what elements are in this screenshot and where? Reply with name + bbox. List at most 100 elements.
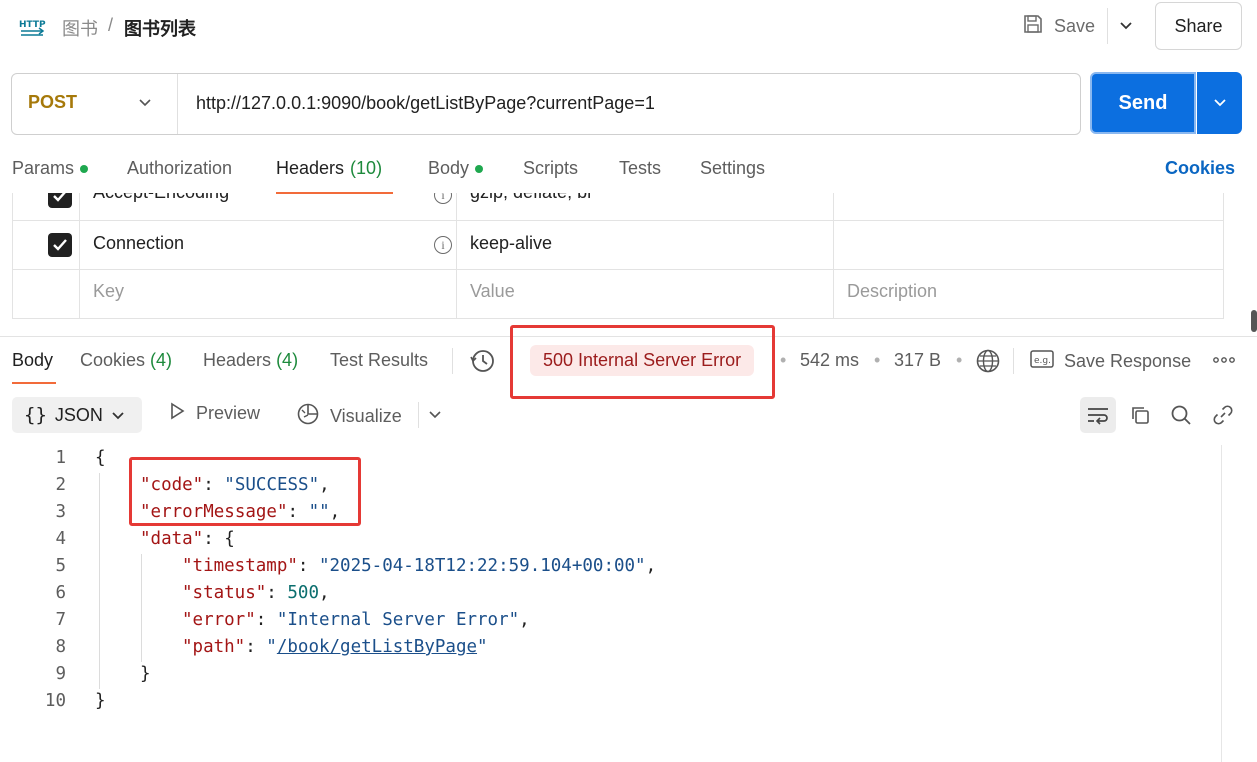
line-number: 5: [55, 556, 66, 576]
wrap-lines-icon[interactable]: [1080, 397, 1116, 433]
breadcrumb-separator: /: [108, 15, 114, 35]
divider: [418, 402, 419, 428]
tab-count: (10): [350, 158, 383, 178]
code-line: {: [95, 448, 106, 468]
header-key[interactable]: Connection: [93, 233, 184, 254]
globe-icon[interactable]: [975, 348, 1001, 374]
line-number: 6: [55, 583, 66, 603]
tab-tests[interactable]: Tests: [619, 158, 661, 179]
response-time[interactable]: 542 ms: [800, 350, 859, 371]
response-tab-test-results[interactable]: Test Results: [330, 350, 428, 371]
example-icon: e.g.: [1030, 349, 1054, 374]
copy-icon[interactable]: [1122, 397, 1158, 433]
value-placeholder[interactable]: Value: [470, 281, 515, 302]
save-options-button[interactable]: [1112, 8, 1140, 44]
tab-settings[interactable]: Settings: [700, 158, 765, 179]
status-dot: [475, 164, 484, 173]
chevron-down-icon: [1213, 93, 1227, 113]
tab-scripts[interactable]: Scripts: [523, 158, 578, 179]
tab-label: Scripts: [523, 158, 579, 178]
method-select[interactable]: POST: [28, 92, 77, 113]
line-number: 10: [44, 691, 66, 711]
url-input[interactable]: [196, 90, 1066, 116]
format-label: JSON: [54, 404, 103, 425]
tab-label: Cookies: [80, 350, 146, 370]
line-number: 7: [55, 610, 66, 630]
braces-icon: {}: [24, 404, 47, 426]
tab-label: Headers: [203, 350, 272, 370]
save-label: Save: [1054, 15, 1096, 36]
visualize-options-chevron-icon[interactable]: [426, 406, 444, 424]
indent-guide: [99, 473, 100, 689]
header-row-checkbox[interactable]: [48, 233, 72, 257]
send-options-button[interactable]: [1197, 72, 1242, 134]
tab-authorization[interactable]: Authorization: [127, 158, 232, 179]
line-number: 1: [55, 448, 66, 468]
more-options-icon[interactable]: [1212, 352, 1236, 368]
info-icon[interactable]: i: [434, 236, 452, 254]
tab-label: Headers: [276, 158, 345, 178]
header-row-checkbox[interactable]: [48, 193, 72, 208]
code-line: "data": {: [140, 529, 235, 549]
code-line: "status": 500,: [182, 583, 330, 603]
response-tab-headers[interactable]: Headers (4): [203, 350, 298, 371]
line-number: 4: [55, 529, 66, 549]
tab-body[interactable]: Body: [428, 158, 484, 179]
line-number: 8: [55, 637, 66, 657]
breadcrumb-parent[interactable]: 图书: [62, 15, 98, 41]
code-line: "timestamp": "2025-04-18T12:22:59.104+00…: [182, 556, 657, 576]
share-button[interactable]: Share: [1155, 2, 1242, 50]
tab-label: Params: [12, 158, 75, 178]
tab-headers[interactable]: Headers (10): [276, 158, 382, 179]
line-number: 2: [55, 475, 66, 495]
line-number: 9: [55, 664, 66, 684]
tab-label: Settings: [700, 158, 766, 178]
visualize-icon: [296, 402, 320, 431]
visualize-label: Visualize: [330, 406, 402, 426]
chevron-down-icon: [111, 405, 125, 426]
history-icon[interactable]: [469, 347, 497, 375]
header-value[interactable]: keep-alive: [470, 233, 552, 254]
code-line: "path": "/book/getListByPage": [182, 637, 488, 657]
response-size[interactable]: 317 B: [894, 350, 941, 371]
response-tab-body[interactable]: Body: [12, 350, 53, 371]
line-number: 3: [55, 502, 66, 522]
meta-separator: •: [874, 350, 881, 370]
tab-count: (4): [276, 350, 299, 370]
code-line: "error": "Internal Server Error",: [182, 610, 530, 630]
divider: [452, 348, 453, 374]
search-icon[interactable]: [1163, 397, 1199, 433]
preview-button[interactable]: Preview: [168, 402, 260, 425]
divider: [1013, 348, 1014, 374]
description-placeholder[interactable]: Description: [847, 281, 937, 302]
save-button[interactable]: Save: [1014, 6, 1103, 46]
link-icon[interactable]: [1205, 397, 1241, 433]
save-response-button[interactable]: e.g. Save Response: [1030, 349, 1191, 373]
save-response-label: Save Response: [1064, 350, 1192, 371]
method-chevron-down-icon[interactable]: [134, 92, 156, 114]
scrollbar-thumb[interactable]: [1251, 310, 1257, 332]
code-highlight-box: [129, 457, 361, 526]
cookies-link[interactable]: Cookies: [1165, 158, 1235, 179]
send-button[interactable]: Send: [1090, 72, 1196, 134]
tab-params[interactable]: Params: [12, 158, 89, 179]
chevron-down-icon: [1119, 16, 1133, 36]
response-tab-cookies[interactable]: Cookies (4): [80, 350, 172, 371]
svg-text:HTTP: HTTP: [19, 20, 46, 30]
header-key[interactable]: Accept-Encoding: [93, 193, 229, 203]
save-icon: [1022, 13, 1044, 40]
info-icon[interactable]: i: [434, 193, 452, 204]
path-link[interactable]: /book/getListByPage: [277, 637, 477, 657]
key-placeholder[interactable]: Key: [93, 281, 124, 302]
header-value[interactable]: gzip, deflate, br: [470, 193, 593, 203]
tab-label: Authorization: [127, 158, 233, 178]
status-highlight-box: [510, 325, 775, 399]
scrollbar-track[interactable]: [1221, 445, 1222, 762]
http-request-icon: HTTP: [18, 14, 46, 38]
preview-label: Preview: [196, 403, 261, 423]
meta-separator: •: [780, 350, 787, 370]
breadcrumb-current[interactable]: 图书列表: [124, 15, 196, 41]
format-select[interactable]: {} JSON: [12, 397, 142, 433]
url-divider: [177, 74, 178, 134]
visualize-button[interactable]: Visualize: [296, 402, 402, 431]
